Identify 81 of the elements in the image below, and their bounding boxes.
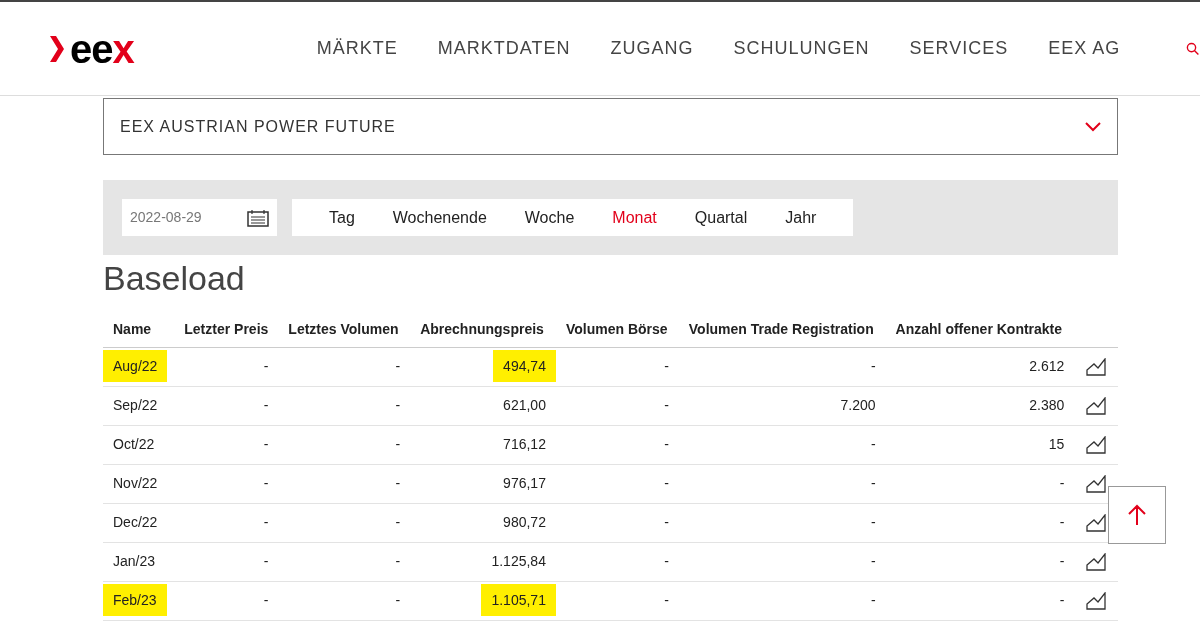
- nav-link[interactable]: MÄRKTE: [316, 35, 398, 62]
- table-cell: -: [278, 503, 411, 542]
- nav-link[interactable]: SERVICES: [909, 35, 1009, 62]
- table-cell: -: [278, 425, 411, 464]
- table-cell: 621,00: [410, 386, 556, 425]
- scroll-top-button[interactable]: [1108, 486, 1166, 544]
- period-tab[interactable]: Woche: [505, 205, 594, 230]
- table-cell: 1.125,84: [410, 542, 556, 581]
- table-cell: -: [174, 542, 279, 581]
- table-cell: Sep/22: [103, 386, 175, 425]
- nav-link[interactable]: EEX AG: [1048, 35, 1121, 62]
- table-cell: 1.105,71: [410, 581, 556, 620]
- table-cell: 15: [885, 425, 1075, 464]
- table-cell: 716,12: [410, 425, 556, 464]
- period-tab[interactable]: Tag: [310, 205, 374, 230]
- table-cell: 976,17: [410, 464, 556, 503]
- table-cell: -: [885, 464, 1075, 503]
- table-cell: -: [555, 386, 679, 425]
- column-header: Name: [103, 313, 175, 347]
- date-field[interactable]: 2022-08-29: [122, 199, 277, 236]
- table-cell: -: [278, 464, 411, 503]
- column-header: Anzahl offener Kontrakte: [885, 313, 1075, 347]
- period-tab[interactable]: Wochenende: [373, 205, 506, 230]
- table-cell: -: [174, 503, 279, 542]
- table-cell: 2.612: [885, 347, 1075, 386]
- table-cell: 7.200: [678, 386, 886, 425]
- table-cell: -: [555, 464, 679, 503]
- chevron-down-icon: [1085, 121, 1101, 132]
- column-header: Volumen Börse: [555, 313, 679, 347]
- column-header: Volumen Trade Registration: [678, 313, 886, 347]
- period-tab[interactable]: Jahr: [766, 205, 836, 230]
- table-cell: Jan/23: [103, 542, 175, 581]
- table-cell: -: [555, 542, 679, 581]
- table-cell: Nov/22: [103, 464, 175, 503]
- chart-icon[interactable]: [1086, 358, 1107, 377]
- column-header: Letztes Volumen: [278, 313, 411, 347]
- table-cell: -: [174, 464, 279, 503]
- table-cell: -: [678, 425, 886, 464]
- table-cell: -: [174, 347, 279, 386]
- table-cell: -: [555, 347, 679, 386]
- table-cell: -: [174, 581, 279, 620]
- table-cell: -: [278, 581, 411, 620]
- table-cell: -: [278, 347, 411, 386]
- table-cell: Dec/22: [103, 503, 175, 542]
- chart-icon[interactable]: [1086, 592, 1107, 611]
- table-cell: -: [555, 581, 679, 620]
- chart-icon[interactable]: [1086, 436, 1107, 455]
- chart-icon[interactable]: [1086, 397, 1107, 416]
- table-cell: -: [885, 503, 1075, 542]
- calendar-icon[interactable]: [247, 208, 269, 227]
- arrow-up-icon: [1127, 504, 1147, 526]
- table-cell: -: [885, 581, 1075, 620]
- chart-icon[interactable]: [1086, 475, 1107, 494]
- table-cell: -: [278, 542, 411, 581]
- table-cell: Oct/22: [103, 425, 175, 464]
- product-dropdown[interactable]: EEX AUSTRIAN POWER FUTURE: [103, 98, 1118, 155]
- table-cell: -: [678, 464, 886, 503]
- table-cell: -: [678, 581, 886, 620]
- section-title: Baseload: [103, 261, 246, 295]
- table-cell: -: [555, 425, 679, 464]
- table-cell: 2.380: [885, 386, 1075, 425]
- table-cell: -: [678, 542, 886, 581]
- eex-logo[interactable]: eex: [50, 28, 134, 69]
- table-cell: 494,74: [410, 347, 556, 386]
- table-cell: -: [278, 386, 411, 425]
- table-cell: -: [174, 425, 279, 464]
- nav-link[interactable]: MARKTDATEN: [437, 35, 571, 62]
- column-header: Abrechnungspreis: [410, 313, 556, 347]
- table-cell: -: [555, 503, 679, 542]
- period-tab[interactable]: Quartal: [675, 205, 767, 230]
- table-cell: -: [678, 347, 886, 386]
- nav-link[interactable]: SCHULUNGEN: [733, 35, 870, 62]
- nav-link[interactable]: ZUGANG: [610, 35, 694, 62]
- table-cell: 980,72: [410, 503, 556, 542]
- table-cell: -: [885, 542, 1075, 581]
- chart-icon[interactable]: [1086, 514, 1107, 533]
- table-cell: -: [678, 503, 886, 542]
- period-tab[interactable]: Monat: [593, 205, 676, 230]
- chart-icon[interactable]: [1086, 553, 1107, 572]
- table-cell: -: [174, 386, 279, 425]
- column-header: Letzter Preis: [174, 313, 279, 347]
